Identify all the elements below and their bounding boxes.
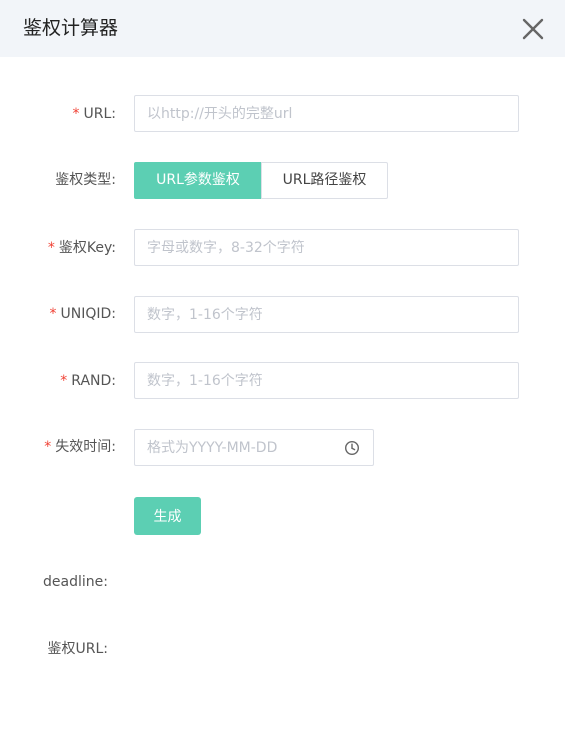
- rand-label: * RAND:: [60, 371, 116, 391]
- expire-label: * 失效时间:: [44, 437, 116, 457]
- expire-label-text: 失效时间:: [55, 439, 116, 455]
- url-input[interactable]: [134, 95, 519, 132]
- required-mark: *: [60, 373, 68, 389]
- auth-url-label: 鉴权URL:: [47, 641, 109, 657]
- expire-date-input[interactable]: [135, 430, 335, 465]
- close-icon[interactable]: [518, 14, 548, 44]
- url-label-text: URL:: [83, 106, 117, 122]
- auth-key-label-text: 鉴权Key:: [58, 240, 116, 256]
- auth-key-label: * 鉴权Key:: [48, 238, 116, 258]
- deadline-label: deadline:: [43, 574, 108, 590]
- rand-label-text: RAND:: [71, 373, 116, 389]
- required-mark: *: [49, 306, 57, 322]
- expire-date-picker[interactable]: [134, 429, 374, 466]
- rand-input[interactable]: [134, 362, 519, 399]
- generate-button[interactable]: 生成: [134, 497, 201, 535]
- auth-key-input[interactable]: [134, 229, 519, 266]
- dialog-title: 鉴权计算器: [23, 17, 119, 39]
- auth-type-label: 鉴权类型:: [55, 172, 116, 188]
- required-mark: *: [47, 240, 55, 256]
- required-mark: *: [72, 106, 80, 122]
- url-param-auth-option[interactable]: URL参数鉴权: [134, 162, 262, 199]
- url-label: * URL:: [73, 104, 117, 124]
- url-path-auth-option[interactable]: URL路径鉴权: [261, 162, 388, 199]
- clock-icon[interactable]: [344, 440, 360, 456]
- uniqid-label-text: UNIQID:: [60, 306, 117, 322]
- required-mark: *: [44, 439, 52, 455]
- uniqid-input[interactable]: [134, 296, 519, 333]
- uniqid-label: * UNIQID:: [50, 304, 117, 324]
- dialog-header: 鉴权计算器: [0, 0, 565, 57]
